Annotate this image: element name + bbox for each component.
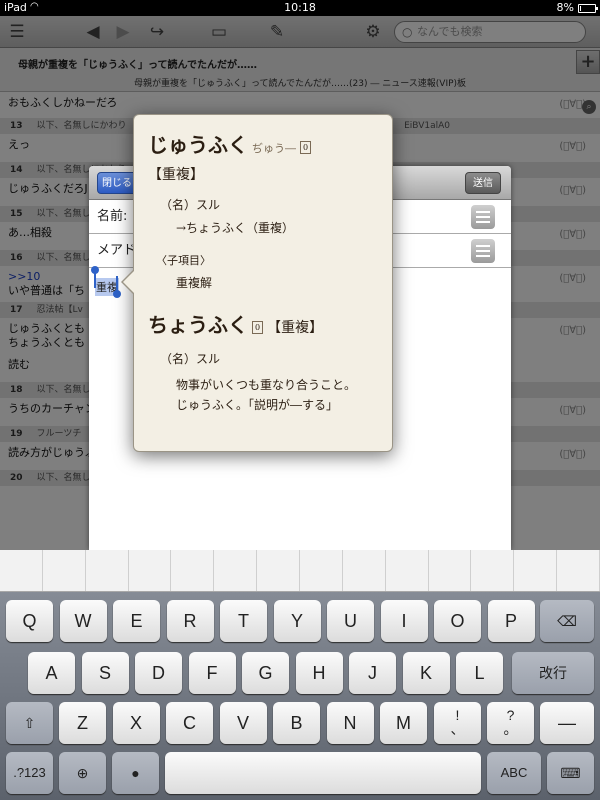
key-m[interactable]: M [380, 702, 427, 744]
exclaim-key[interactable]: !、 [434, 702, 481, 744]
status-bar: iPad ◠ 10:18 8% [0, 0, 600, 16]
key-l[interactable]: L [456, 652, 503, 694]
kanji-form: 【重複】 [148, 167, 204, 183]
exclaim-glyph: ! [455, 707, 460, 723]
key-w[interactable]: W [59, 600, 107, 642]
key-i[interactable]: I [380, 600, 428, 642]
key-u[interactable]: U [327, 600, 374, 642]
key-d[interactable]: D [135, 652, 182, 694]
name-label: 名前: [97, 209, 128, 224]
backspace-icon: ⌫ [557, 613, 577, 629]
sub-entry[interactable]: 重複解 [176, 274, 378, 291]
abc-key[interactable]: ABC [487, 752, 541, 794]
accent-number: 0 [252, 321, 264, 334]
selection-start-bar [94, 272, 96, 288]
key-p[interactable]: P [487, 600, 535, 642]
clock: 10:18 [284, 1, 316, 14]
key-n[interactable]: N [326, 702, 374, 744]
question-key[interactable]: ?。 [487, 702, 534, 744]
dictionary-popover: じゅうふく ぢゅう― 0 【重複】 （名）スル →ちょうふく（重複） 〈子項目〉 重… [133, 114, 393, 452]
shift-icon: ⇧ [23, 715, 36, 731]
email-label: メアド [97, 243, 137, 258]
key-s[interactable]: S [81, 652, 129, 694]
key-a[interactable]: A [28, 652, 75, 694]
shift-key[interactable]: ⇧ [6, 702, 53, 744]
globe-key[interactable]: ⊕ [59, 752, 106, 794]
list-icon[interactable] [471, 205, 495, 229]
key-v[interactable]: V [219, 702, 267, 744]
send-button[interactable]: 送信 [465, 172, 501, 194]
key-y[interactable]: Y [273, 600, 321, 642]
comma-glyph: 、 [450, 721, 465, 737]
selection-end-bar [116, 276, 118, 292]
alt-reading: ぢゅう― [252, 142, 296, 155]
close-button[interactable]: 閉じる [97, 172, 137, 194]
key-b[interactable]: B [273, 702, 320, 744]
key-g[interactable]: G [242, 652, 289, 694]
backspace-key[interactable]: ⌫ [540, 600, 594, 642]
globe-icon: ⊕ [76, 765, 89, 781]
dash-key[interactable]: ― [540, 702, 594, 744]
prediction-bar [0, 550, 600, 592]
part-of-speech: （名）スル [160, 352, 221, 366]
kanji-form: 【重複】 [267, 320, 324, 336]
popover-arrow-fill [123, 271, 134, 293]
key-f[interactable]: F [188, 652, 236, 694]
question-glyph: ? [506, 707, 515, 723]
key-c[interactable]: C [166, 702, 213, 744]
headword: じゅうふく [148, 133, 248, 157]
key-z[interactable]: Z [59, 702, 106, 744]
headword: ちょうふく [148, 313, 248, 337]
key-r[interactable]: R [166, 600, 214, 642]
part-of-speech: （名）スル [160, 198, 221, 212]
key-q[interactable]: Q [6, 600, 53, 642]
numbers-key[interactable]: .?123 [6, 752, 53, 794]
key-o[interactable]: O [434, 600, 481, 642]
period-glyph: 。 [503, 721, 518, 737]
key-t[interactable]: T [220, 600, 267, 642]
definition: 物事がいくつも重なり合うこと。じゅうふく。「説明が―する」 [176, 378, 357, 412]
space-key[interactable] [165, 752, 481, 794]
list-icon[interactable] [471, 239, 495, 263]
battery-icon [578, 4, 598, 13]
key-e[interactable]: E [113, 600, 160, 642]
key-h[interactable]: H [295, 652, 343, 694]
key-j[interactable]: J [349, 652, 396, 694]
battery-percent: 8% [556, 1, 574, 14]
key-k[interactable]: K [402, 652, 450, 694]
return-key[interactable]: 改行 [512, 652, 594, 694]
dictation-key[interactable]: ● [112, 752, 159, 794]
cross-reference[interactable]: →ちょうふく（重複） [176, 219, 378, 236]
microphone-icon: ● [131, 765, 140, 781]
sub-entry-header: 〈子項目〉 [156, 254, 211, 267]
keyboard-icon: ⌨ [560, 765, 581, 781]
accent-number: 0 [300, 141, 312, 154]
hide-keyboard-key[interactable]: ⌨ [547, 752, 594, 794]
key-x[interactable]: X [112, 702, 160, 744]
